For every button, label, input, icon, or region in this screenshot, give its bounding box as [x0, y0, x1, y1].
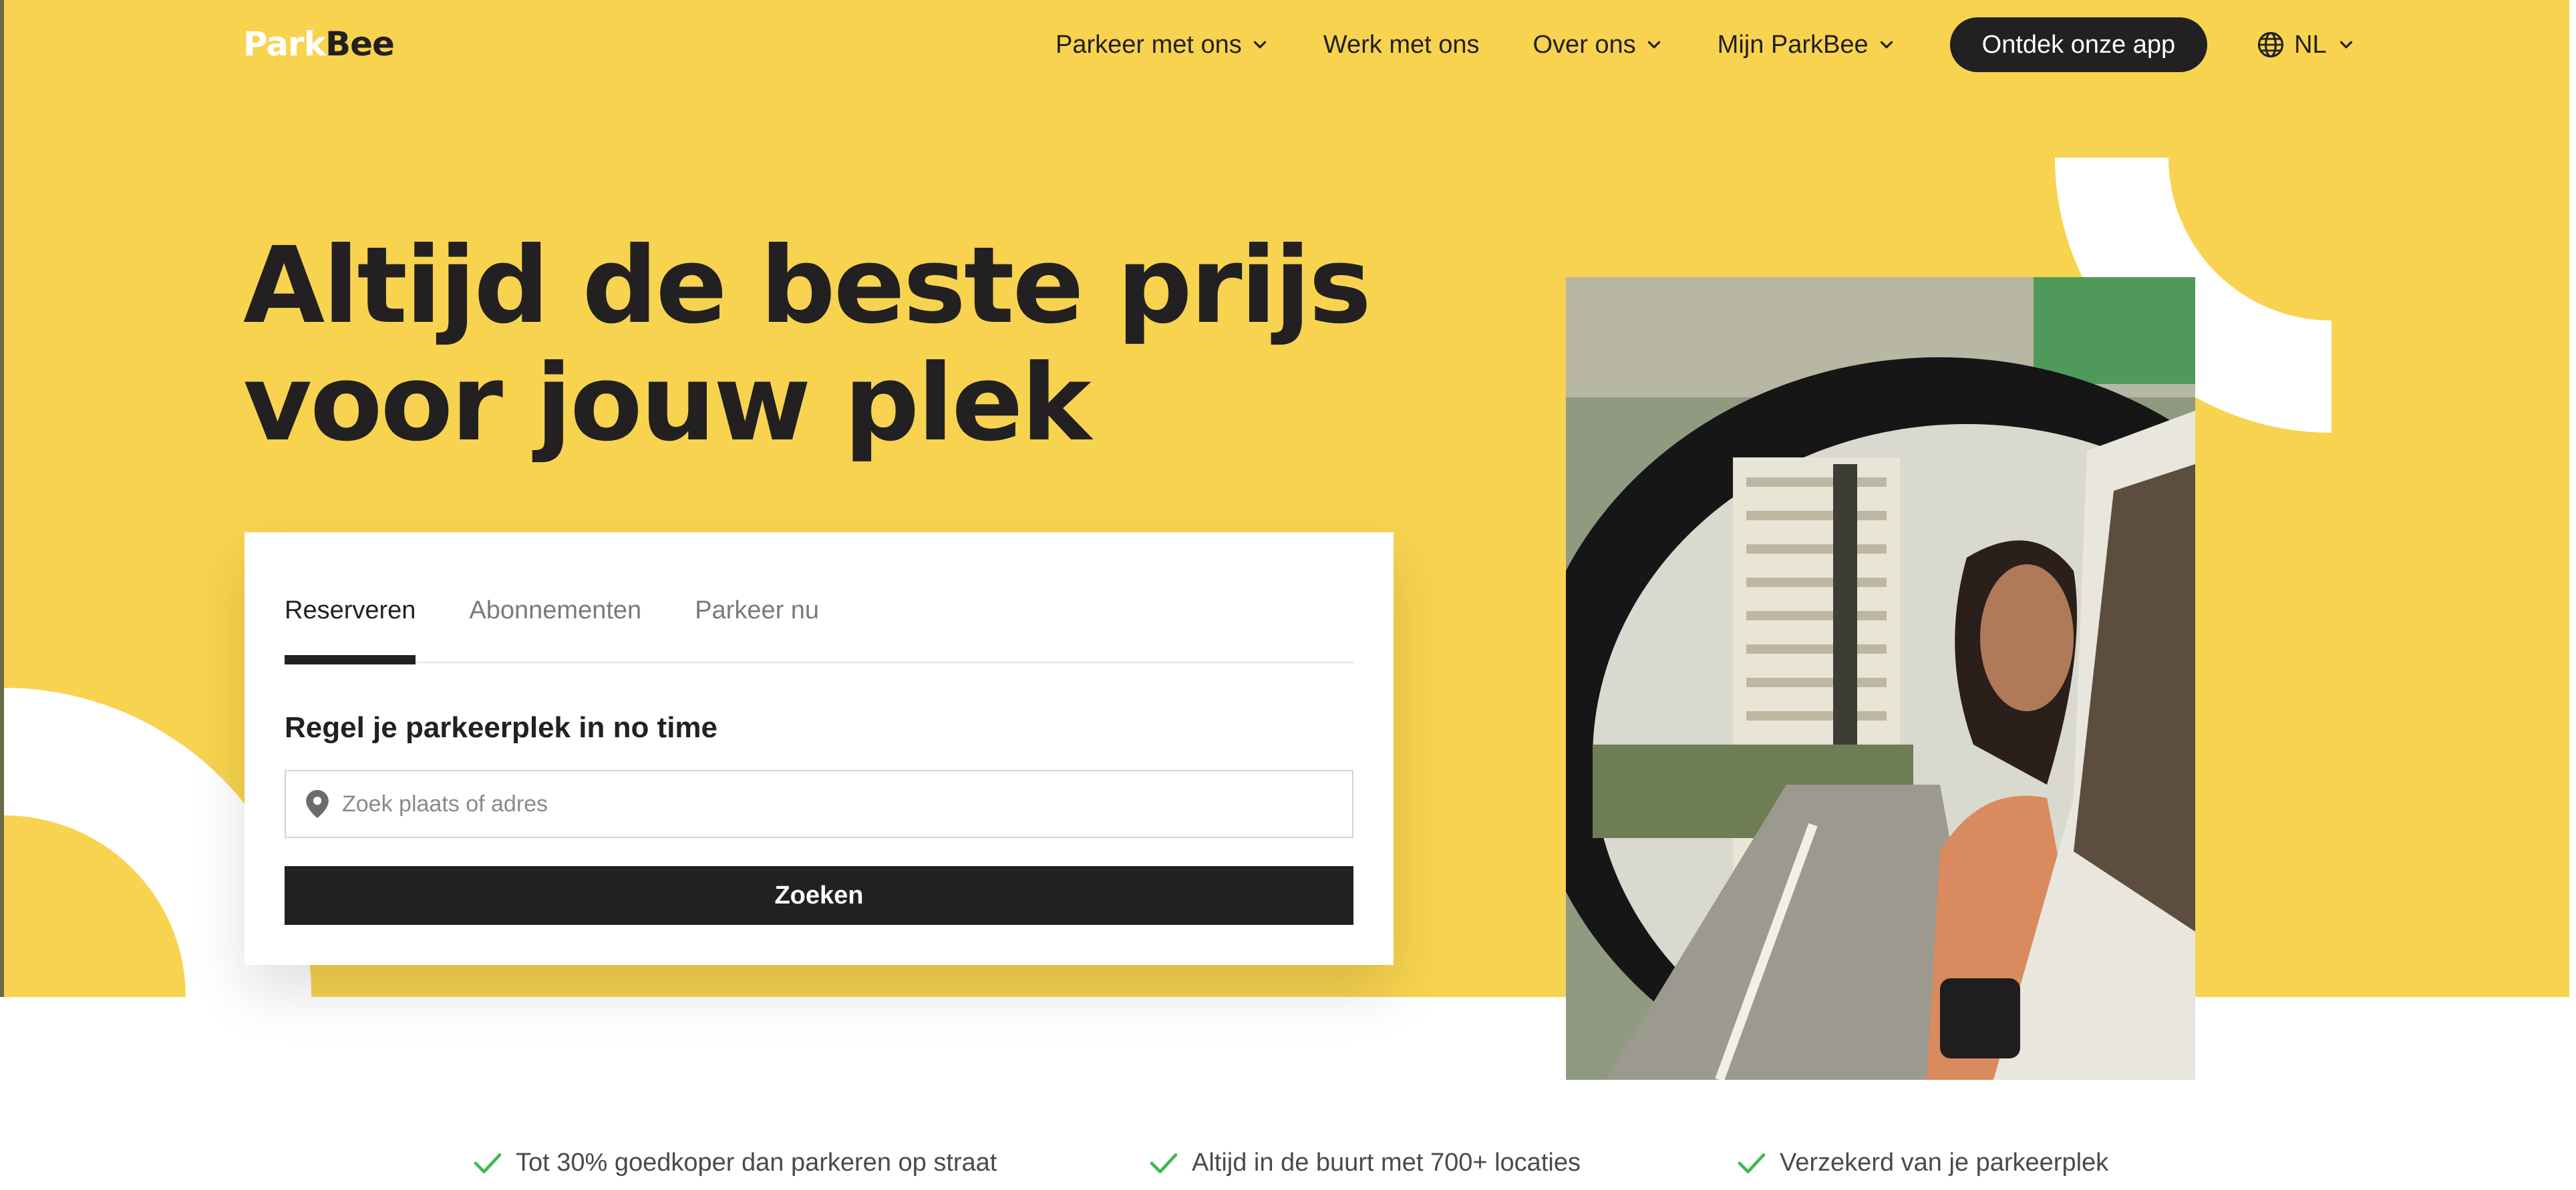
tab-abonnementen[interactable]: Abonnementen [469, 590, 641, 663]
location-search-input[interactable] [342, 791, 1277, 817]
check-icon [1738, 1153, 1766, 1173]
search-submit-button[interactable]: Zoeken [285, 866, 1353, 925]
tab-parkeer-nu[interactable]: Parkeer nu [695, 590, 819, 663]
page: ParkBee Parkeer met ons Werk met ons Ove… [0, 0, 2576, 1190]
chevron-down-icon [1880, 41, 1893, 49]
language-selector[interactable]: NL [2257, 31, 2356, 59]
parkbee-logo[interactable]: ParkBee [243, 24, 395, 64]
location-search-field[interactable] [285, 770, 1353, 838]
nav-label: Mijn ParkBee [1717, 30, 1869, 59]
nav-label: Werk met ons [1323, 30, 1480, 59]
usp-text: Verzekerd van je parkeerplek [1780, 1149, 2109, 1177]
logo-part-1: Park [243, 25, 326, 63]
usp-text: Altijd in de buurt met 700+ locaties [1192, 1149, 1581, 1177]
globe-icon [2258, 31, 2284, 58]
hero-headline: Altijd de beste prijs voor jouw plek [243, 224, 1372, 465]
nav-item-over-ons[interactable]: Over ons [1533, 31, 1664, 59]
nav-item-werk-met-ons[interactable]: Werk met ons [1323, 31, 1480, 59]
check-icon [474, 1153, 502, 1173]
hero-photo [1566, 277, 2195, 1080]
nav-label: Over ons [1533, 30, 1636, 59]
nav-label: Parkeer met ons [1056, 30, 1242, 59]
main-nav: Parkeer met ons Werk met ons Over ons Mi… [1056, 16, 2352, 73]
chevron-down-icon [2340, 41, 2352, 49]
map-pin-icon [306, 790, 329, 818]
usp-text: Tot 30% goedkoper dan parkeren op straat [516, 1149, 997, 1177]
search-card: Reserveren Abonnementen Parkeer nu Regel… [245, 532, 1394, 965]
language-label: NL [2294, 30, 2327, 59]
usp-item: Tot 30% goedkoper dan parkeren op straat [473, 1149, 997, 1177]
usp-item: Verzekerd van je parkeerplek [1737, 1149, 2108, 1177]
usp-list: Tot 30% goedkoper dan parkeren op straat… [0, 1149, 2569, 1186]
nav-item-parkeer-met-ons[interactable]: Parkeer met ons [1056, 31, 1270, 59]
right-gutter [2569, 0, 2576, 1190]
chevron-down-icon [1253, 41, 1266, 49]
tab-reserveren[interactable]: Reserveren [285, 590, 416, 664]
usp-item: Altijd in de buurt met 700+ locaties [1149, 1149, 1581, 1177]
check-icon [1150, 1153, 1178, 1173]
nav-item-mijn-parkbee[interactable]: Mijn ParkBee [1718, 31, 1897, 59]
search-tabs: Reserveren Abonnementen Parkeer nu [285, 590, 1353, 664]
discover-app-button[interactable]: Ontdek onze app [1949, 17, 2208, 72]
search-card-title: Regel je parkeerplek in no time [285, 711, 718, 744]
chevron-down-icon [1647, 41, 1660, 49]
logo-part-2: Bee [325, 25, 395, 63]
